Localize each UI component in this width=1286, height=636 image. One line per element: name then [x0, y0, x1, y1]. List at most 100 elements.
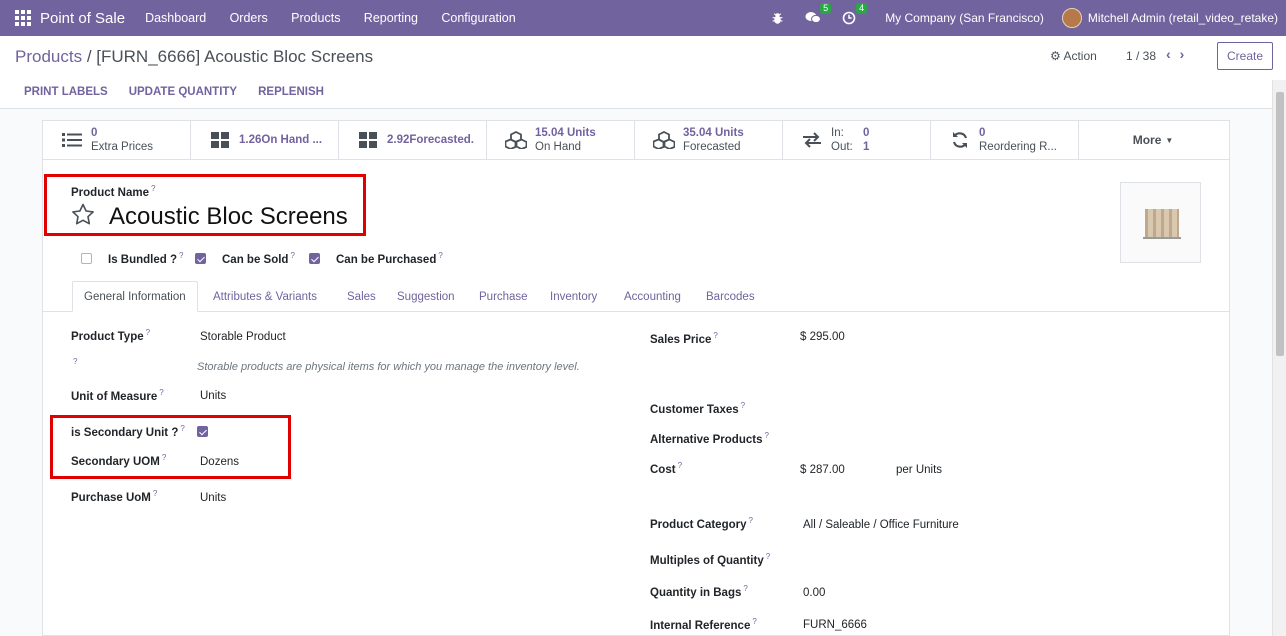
reordering-label: Reordering R... [979, 141, 1057, 153]
form-sheet: 0 Extra Prices 1.26On Hand ... 2.92Foreca… [42, 120, 1230, 636]
product-type-field[interactable]: Storable Product [200, 331, 286, 343]
is-bundled-checkbox[interactable] [81, 253, 92, 264]
on-hand-label: On Hand [535, 141, 582, 153]
menu-orders[interactable]: Orders [230, 11, 268, 25]
control-panel: Products / [FURN_6666] Acoustic Bloc Scr… [0, 36, 1286, 109]
can-be-purchased-checkbox[interactable] [309, 253, 320, 264]
breadcrumb-separator: / [82, 47, 97, 66]
customer-taxes-label: Customer Taxes? [650, 401, 746, 416]
extra-prices-button[interactable]: 0 Extra Prices [43, 121, 191, 159]
statusbar: PRINT LABELS UPDATE QUANTITY REPLENISH [24, 86, 345, 98]
cost-field[interactable]: $ 287.00 [800, 464, 845, 476]
purchase-uom-label: Purchase UoM? [71, 489, 158, 504]
is-bundled-label: Is Bundled ?? [108, 251, 184, 266]
breadcrumb-current: [FURN_6666] Acoustic Bloc Screens [96, 47, 374, 66]
in-value: 0 [863, 127, 870, 139]
reordering-rules-button[interactable]: 0 Reordering R... [931, 121, 1079, 159]
out-value: 1 [863, 141, 870, 153]
user-menu[interactable]: Mitchell Admin (retail_video_retake) [1088, 11, 1278, 25]
forecasted-button[interactable]: 35.04 Units Forecasted [635, 121, 783, 159]
messages-icon[interactable]: 5 [805, 3, 832, 26]
in-label: In: [831, 127, 844, 139]
tab-barcodes[interactable]: Barcodes [706, 281, 755, 312]
top-navbar: Point of Sale Dashboard Orders Products … [0, 0, 1286, 36]
replenish-button[interactable]: REPLENISH [258, 86, 324, 98]
on-hand-short-label: 1.26On Hand ... [239, 134, 323, 146]
menu-dashboard[interactable]: Dashboard [145, 11, 206, 25]
more-dropdown[interactable]: More ▼ [1079, 121, 1227, 159]
grid-icon [209, 131, 231, 149]
product-category-label: Product Category? [650, 516, 753, 531]
tab-purchase[interactable]: Purchase [479, 281, 528, 312]
product-name-highlight [44, 174, 366, 236]
menu-products[interactable]: Products [291, 11, 340, 25]
action-label: Action [1063, 49, 1097, 63]
on-hand-short-button[interactable]: 1.26On Hand ... [191, 121, 339, 159]
sales-price-label: Sales Price? [650, 331, 718, 346]
in-out-button[interactable]: In: 0 Out: 1 [783, 121, 931, 159]
pager-previous-icon[interactable]: ‹ [1166, 46, 1180, 62]
activity-clock-icon[interactable]: 4 [841, 3, 868, 26]
tab-inventory[interactable]: Inventory [550, 281, 597, 312]
cubes-icon [505, 131, 527, 149]
tab-general-information[interactable]: General Information [72, 281, 198, 312]
list-icon [61, 131, 83, 149]
product-image[interactable] [1120, 182, 1201, 263]
sales-price-field[interactable]: $ 295.00 [800, 331, 845, 343]
refresh-icon [949, 131, 971, 149]
product-category-field[interactable]: All / Saleable / Office Furniture [803, 519, 959, 531]
breadcrumb: Products / [FURN_6666] Acoustic Bloc Scr… [15, 47, 373, 67]
alternative-products-label: Alternative Products? [650, 431, 769, 446]
menu-configuration[interactable]: Configuration [441, 11, 515, 25]
tab-accounting[interactable]: Accounting [624, 281, 681, 312]
caret-down-icon: ▼ [1165, 135, 1174, 145]
on-hand-value: 15.04 Units [535, 127, 596, 139]
update-quantity-button[interactable]: UPDATE QUANTITY [129, 86, 237, 98]
bug-icon[interactable] [769, 10, 785, 26]
uom-field[interactable]: Units [200, 390, 226, 402]
more-label: More [1132, 133, 1162, 147]
quantity-in-bags-label: Quantity in Bags? [650, 584, 748, 599]
can-be-sold-checkbox[interactable] [195, 253, 206, 264]
grid-icon [357, 131, 379, 149]
cost-label: Cost? [650, 461, 683, 476]
extra-prices-label: Extra Prices [91, 141, 153, 153]
pager-next-icon[interactable]: › [1180, 46, 1194, 62]
tab-sales[interactable]: Sales [347, 281, 376, 312]
app-name[interactable]: Point of Sale [40, 10, 125, 27]
apps-grid-icon[interactable] [15, 10, 31, 26]
product-type-help: Storable products are physical items for… [197, 361, 580, 373]
vertical-scrollbar[interactable] [1272, 80, 1286, 636]
forecasted-short-button[interactable]: 2.92Forecasted. [339, 121, 487, 159]
notebook-tabs: General Information Attributes & Variant… [43, 281, 1229, 312]
help-tooltip-icon[interactable]: ? [71, 357, 77, 372]
breadcrumb-products-link[interactable]: Products [15, 47, 82, 66]
multiples-of-quantity-label: Multiples of Quantity? [650, 552, 771, 567]
tab-attributes-variants[interactable]: Attributes & Variants [213, 281, 317, 312]
internal-reference-field[interactable]: FURN_6666 [803, 619, 867, 631]
action-dropdown[interactable]: ⚙ Action [1050, 49, 1097, 63]
tab-suggestion[interactable]: Suggestion [397, 281, 455, 312]
user-avatar[interactable] [1061, 8, 1082, 28]
reordering-value: 0 [979, 127, 986, 139]
cost-per-unit: per Units [896, 464, 943, 476]
can-be-sold-label: Can be Sold? [222, 251, 295, 266]
messages-count-badge: 5 [820, 3, 832, 14]
on-hand-button[interactable]: 15.04 Units On Hand [487, 121, 635, 159]
exchange-icon [801, 131, 823, 149]
smart-button-box: 0 Extra Prices 1.26On Hand ... 2.92Foreca… [43, 121, 1229, 160]
extra-prices-value: 0 [91, 127, 98, 139]
pager-value[interactable]: 1 / 38 [1126, 49, 1156, 63]
forecasted-label: Forecasted [683, 141, 741, 153]
gear-icon: ⚙ [1050, 49, 1061, 63]
create-button[interactable]: Create [1217, 42, 1273, 70]
scrollbar-thumb[interactable] [1276, 92, 1284, 356]
out-label: Out: [831, 141, 853, 153]
menu-reporting[interactable]: Reporting [364, 11, 418, 25]
company-switcher[interactable]: My Company (San Francisco) [885, 11, 1044, 25]
quantity-in-bags-field[interactable]: 0.00 [803, 587, 825, 599]
uom-label: Unit of Measure? [71, 388, 164, 403]
forecasted-short-label: 2.92Forecasted. [387, 134, 474, 146]
print-labels-button[interactable]: PRINT LABELS [24, 86, 108, 98]
purchase-uom-field[interactable]: Units [200, 492, 226, 504]
